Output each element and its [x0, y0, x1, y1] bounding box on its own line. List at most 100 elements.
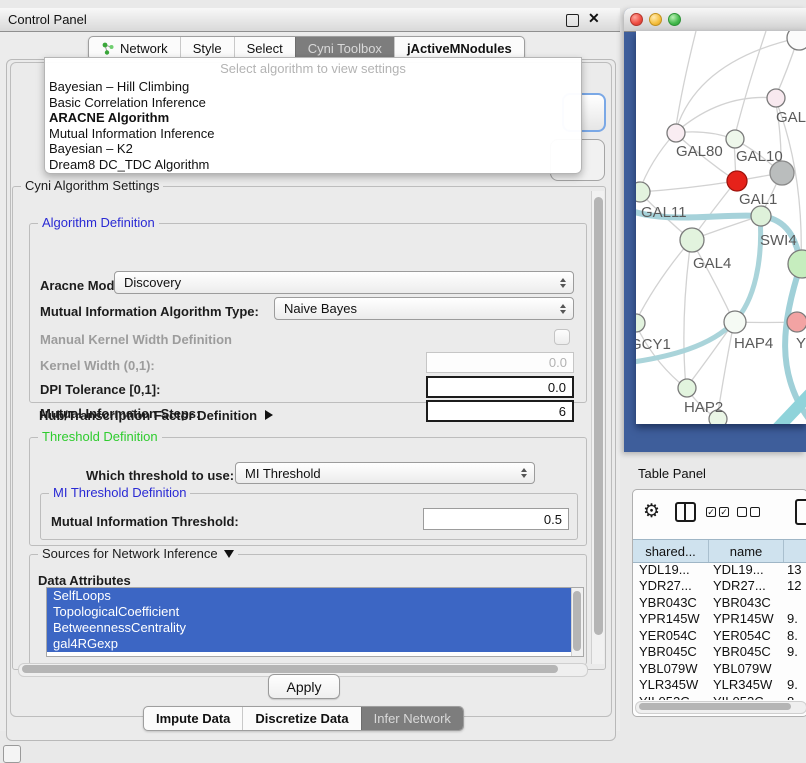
close-icon[interactable]: ✕: [588, 10, 600, 27]
mi-steps-field[interactable]: 6: [426, 400, 574, 422]
node-label: Y: [796, 335, 806, 352]
node-gal1-red[interactable]: [727, 171, 747, 191]
table-row[interactable]: YDL19...YDL19...13: [633, 561, 806, 578]
settings-vertical-scrollbar-thumb[interactable]: [594, 197, 603, 635]
mi-threshold-definition-title: MI Threshold Definition: [49, 485, 190, 500]
column-header-name[interactable]: name: [709, 540, 784, 562]
node-gcy1[interactable]: [636, 314, 645, 332]
hub-definition-expander[interactable]: Hub/Transcription Factor Definition: [39, 407, 273, 423]
settings-horizontal-scrollbar-thumb[interactable]: [22, 665, 558, 673]
zoom-traffic-light-icon[interactable]: [668, 13, 681, 26]
dropdown-item-dream8[interactable]: Dream8 DC_TDC Algorithm: [45, 157, 581, 173]
dock-panel-icon[interactable]: [3, 745, 21, 763]
tab-discretize-data[interactable]: Discretize Data: [242, 707, 360, 730]
list-vertical-scrollbar[interactable]: [571, 588, 583, 656]
mi-algorithm-type-combobox[interactable]: Naive Bayes: [274, 297, 574, 320]
dropdown-item-bayesian-k2[interactable]: Bayesian – K2: [45, 141, 581, 157]
expander-arrow-down-icon: [224, 550, 234, 558]
node-big-green[interactable]: [788, 250, 806, 278]
column-header-partial[interactable]: [784, 540, 806, 562]
table-row[interactable]: YBR043CYBR043C: [633, 594, 806, 611]
node-label: GAL80: [676, 143, 723, 160]
tab-infer-network[interactable]: Infer Network: [361, 707, 463, 730]
dpi-tolerance-field[interactable]: 0.0: [426, 376, 574, 398]
list-item-topologicalcoefficient[interactable]: TopologicalCoefficient: [47, 604, 583, 620]
which-threshold-combobox[interactable]: MI Threshold: [235, 462, 535, 484]
node-gal10[interactable]: [726, 130, 744, 148]
columns-icon[interactable]: [675, 502, 696, 522]
node-gal11[interactable]: [636, 182, 650, 202]
tab-style-label: Style: [193, 41, 222, 56]
export-table-icon[interactable]: [795, 499, 806, 525]
table-row[interactable]: YIL052CYIL052C8.: [633, 693, 806, 700]
sources-group-header[interactable]: Sources for Network Inference: [38, 546, 238, 561]
hub-definition-label: Hub/Transcription Factor Definition: [39, 408, 257, 423]
list-item-selfloops[interactable]: SelfLoops: [47, 588, 583, 604]
table-horizontal-scrollbar[interactable]: [635, 701, 806, 714]
algorithm-dropdown-prompt: Select algorithm to view settings: [45, 58, 581, 79]
node-gal4[interactable]: [680, 228, 704, 252]
mi-threshold-field[interactable]: 0.5: [423, 508, 569, 530]
list-vertical-scrollbar-thumb[interactable]: [573, 591, 581, 651]
table-panel: ⚙ ✓✓ shared... name YDL19...YDL19...13 Y…: [632, 489, 806, 717]
dropdown-item-basic-correlation[interactable]: Basic Correlation Inference: [45, 95, 581, 111]
node-label: SWI4: [760, 232, 797, 249]
apply-button[interactable]: Apply: [268, 674, 340, 699]
aracne-mode-combobox[interactable]: Discovery: [114, 271, 574, 294]
control-panel-titlebar[interactable]: Control Panel: [0, 8, 620, 32]
table-row[interactable]: YER054CYER054C8.: [633, 627, 806, 644]
node-salmon[interactable]: [787, 312, 806, 332]
node-gal-partial[interactable]: [767, 89, 785, 107]
aracne-mode-value: Discovery: [124, 275, 181, 290]
node-label: GAL: [776, 109, 806, 126]
network-canvas[interactable]: GAL GAL80 GAL10 GAL1 GAL11 SWI4 GAL4 GCY…: [636, 31, 806, 424]
tab-impute-data[interactable]: Impute Data: [144, 707, 242, 730]
node-unlabeled-top[interactable]: [787, 31, 806, 50]
mi-threshold-label: Mutual Information Threshold:: [51, 514, 239, 529]
which-threshold-label: Which threshold to use:: [86, 468, 234, 483]
sources-group: Sources for Network Inference Data Attri…: [29, 554, 587, 665]
table-row[interactable]: YLR345WYLR345W9.: [633, 677, 806, 694]
apply-button-label: Apply: [286, 679, 321, 695]
node-label: GAL11: [641, 204, 687, 221]
float-window-icon[interactable]: [566, 14, 579, 27]
table-row[interactable]: YDR27...YDR27...12: [633, 578, 806, 595]
tab-cyni-toolbox-label: Cyni Toolbox: [308, 41, 382, 56]
threshold-definition-group: Threshold Definition Which threshold to …: [29, 437, 587, 546]
node-swi4[interactable]: [751, 206, 771, 226]
network-window-titlebar[interactable]: [624, 8, 806, 32]
kernel-width-label: Kernel Width (0,1):: [40, 358, 155, 373]
node-label: GAL4: [693, 255, 731, 272]
minimize-traffic-light-icon[interactable]: [649, 13, 662, 26]
node-label: GCY1: [636, 336, 671, 353]
list-item-betweennesscentrality[interactable]: BetweennessCentrality: [47, 620, 583, 636]
node-label: HAP2: [684, 399, 723, 416]
data-attributes-list[interactable]: SelfLoops TopologicalCoefficient Between…: [46, 587, 584, 657]
select-all-columns-icon[interactable]: ✓✓: [706, 507, 729, 517]
network-graph: GAL GAL80 GAL10 GAL1 GAL11 SWI4 GAL4 GCY…: [636, 31, 806, 424]
gear-icon[interactable]: ⚙: [643, 500, 660, 523]
kernel-width-field[interactable]: 0.0: [426, 352, 574, 373]
manual-kernel-width-checkbox[interactable]: [554, 329, 570, 345]
table-row[interactable]: YPR145WYPR145W9.: [633, 611, 806, 628]
mi-threshold-definition-group: MI Threshold Definition Mutual Informati…: [40, 493, 578, 540]
node-gal80[interactable]: [667, 124, 685, 142]
network-view-window: GAL GAL80 GAL10 GAL1 GAL11 SWI4 GAL4 GCY…: [624, 8, 806, 452]
dropdown-item-bayesian-hill-climbing[interactable]: Bayesian – Hill Climbing: [45, 79, 581, 95]
column-header-shared-name[interactable]: shared...: [633, 540, 709, 562]
table-horizontal-scrollbar-thumb[interactable]: [639, 703, 791, 710]
dropdown-item-mutual-information[interactable]: Mutual Information Inference: [45, 126, 581, 142]
dropdown-item-aracne[interactable]: ARACNE Algorithm: [45, 110, 581, 126]
close-traffic-light-icon[interactable]: [630, 13, 643, 26]
node-hap2[interactable]: [678, 379, 696, 397]
app-root: { "colors": { "selection_blue": "#3c66c4…: [0, 0, 806, 762]
algorithm-definition-group: Algorithm Definition Aracne Mode: Discov…: [29, 223, 587, 403]
list-item-gal4rgexp[interactable]: gal4RGexp: [47, 636, 583, 652]
node-hap4[interactable]: [724, 311, 746, 333]
table-row[interactable]: YBL079WYBL079W: [633, 660, 806, 677]
manual-kernel-width-label: Manual Kernel Width Definition: [40, 332, 232, 347]
combo-stepper-icon: [560, 304, 566, 314]
table-row[interactable]: YBR045CYBR045C9.: [633, 644, 806, 661]
deselect-all-columns-icon[interactable]: [737, 507, 760, 517]
settings-vertical-scrollbar[interactable]: [591, 191, 604, 664]
